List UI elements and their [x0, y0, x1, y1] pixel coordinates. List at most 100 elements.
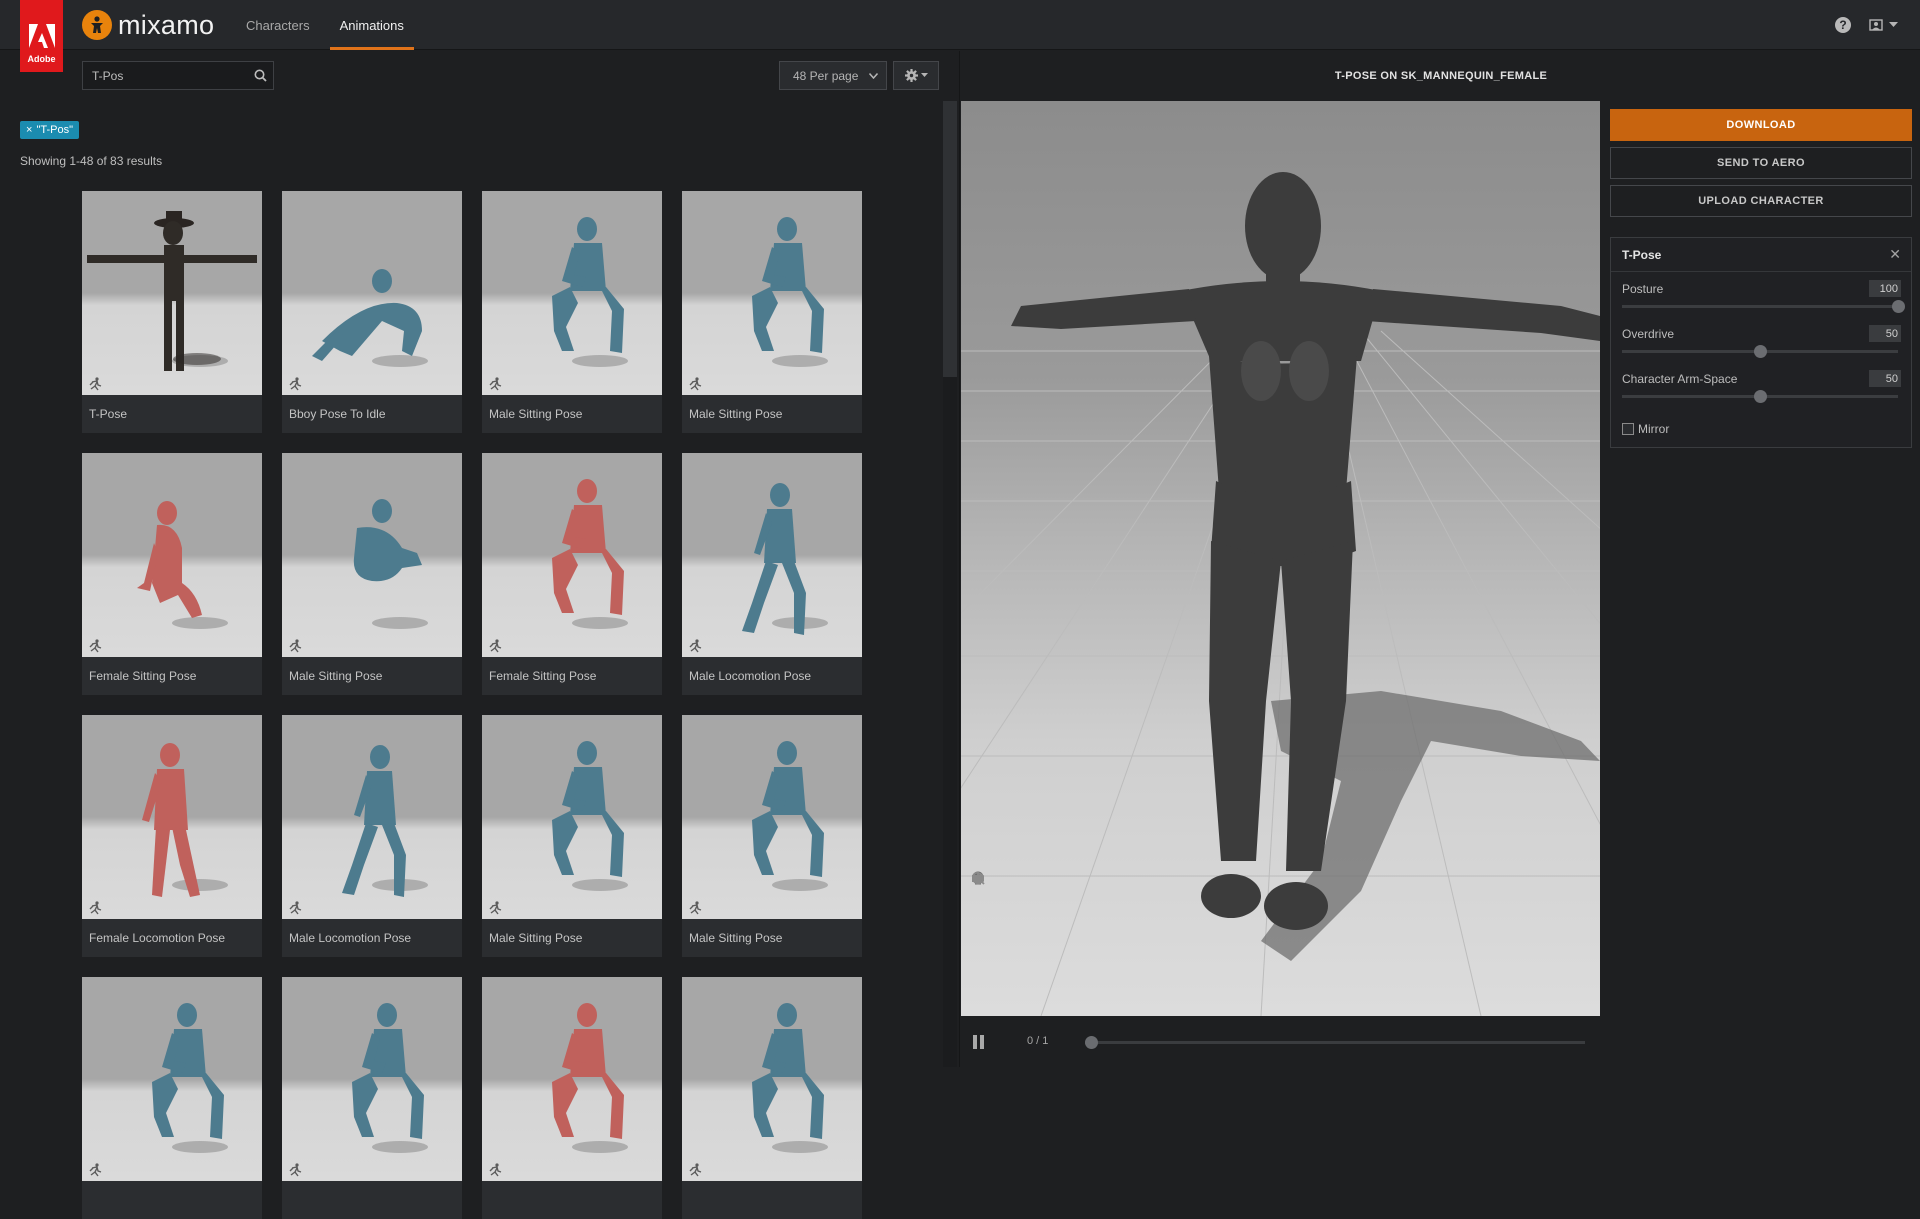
per-page-select[interactable]: 48 Per page [779, 61, 887, 90]
animation-card[interactable]: Male Sitting Pose [682, 715, 862, 957]
user-avatar-icon [1869, 19, 1883, 31]
animation-type-icon [489, 377, 502, 391]
animation-card[interactable] [482, 977, 662, 1219]
animation-thumbnail[interactable] [282, 715, 462, 919]
animation-thumbnail[interactable] [82, 715, 262, 919]
filter-remove-icon[interactable]: × [26, 124, 32, 136]
camera-icon[interactable] [971, 875, 985, 995]
animation-card[interactable] [682, 977, 862, 1219]
search-input[interactable] [83, 62, 247, 89]
animation-card-label: Male Sitting Pose [489, 931, 583, 945]
move-icon[interactable] [971, 872, 985, 929]
animation-thumbnail[interactable] [482, 977, 662, 1181]
animation-card[interactable]: Female Sitting Pose [482, 453, 662, 695]
param-slider-track[interactable] [1622, 390, 1898, 403]
animation-grid: T-Pose Bboy Pose To Idle Male Sitting Po… [82, 191, 862, 1219]
animation-card-label: Male Sitting Pose [689, 931, 783, 945]
power-icon[interactable] [971, 872, 985, 973]
animation-card[interactable]: Female Locomotion Pose [82, 715, 262, 957]
animation-card[interactable]: Female Sitting Pose [82, 453, 262, 695]
animation-card-label: T-Pose [89, 407, 128, 421]
animation-card[interactable] [82, 977, 262, 1219]
animation-card-label: Male Locomotion Pose [289, 931, 412, 945]
param-label: Overdrive [1622, 327, 1675, 341]
animation-settings-panel: T-Pose ✕ Posture 100 Overdrive 50 Charac… [1610, 237, 1912, 448]
animation-thumbnail[interactable] [82, 977, 262, 1181]
animation-card[interactable]: Bboy Pose To Idle [282, 191, 462, 433]
animation-settings-header: T-Pose ✕ [1611, 238, 1911, 272]
animation-card[interactable]: Male Sitting Pose [282, 453, 462, 695]
scrollbar[interactable] [943, 101, 957, 1067]
scroll-thumb[interactable] [943, 101, 957, 377]
adobe-logo[interactable]: Adobe [20, 0, 63, 72]
viewport-scene [961, 172, 1600, 1016]
animation-thumbnail[interactable] [482, 453, 662, 657]
animation-thumbnail[interactable] [682, 715, 862, 919]
tab-characters[interactable]: Characters [236, 0, 320, 50]
3d-viewport[interactable] [961, 101, 1600, 1016]
animation-card[interactable]: Male Locomotion Pose [282, 715, 462, 957]
filter-tag[interactable]: × "T-Pos" [20, 121, 79, 139]
param-slider-knob[interactable] [1754, 345, 1767, 358]
animation-card[interactable]: Male Sitting Pose [482, 191, 662, 433]
animation-type-icon [289, 639, 302, 653]
animation-thumbnail[interactable] [82, 453, 262, 657]
search-button[interactable] [247, 62, 273, 89]
zoom-icon[interactable] [971, 872, 985, 951]
param-slider-knob[interactable] [1754, 390, 1767, 403]
timeline-scrubber[interactable] [1085, 1036, 1098, 1049]
user-menu[interactable] [1869, 18, 1898, 32]
param-slider-knob[interactable] [1892, 300, 1905, 313]
timeline-track[interactable] [1085, 1036, 1585, 1049]
character-figure [142, 743, 228, 897]
mixamo-brand[interactable]: mixamo [82, 8, 214, 42]
animation-card[interactable]: Male Locomotion Pose [682, 453, 862, 695]
animation-type-icon [489, 639, 502, 653]
tab-animations[interactable]: Animations [329, 0, 414, 50]
animation-card[interactable]: Male Sitting Pose [682, 191, 862, 433]
playback-bar: 0 / 1 [961, 1016, 1600, 1067]
main-nav: Characters Animations [236, 0, 424, 50]
animation-thumbnail[interactable] [82, 191, 262, 395]
animation-type-icon [89, 901, 102, 915]
animation-type-icon [89, 639, 102, 653]
animation-thumbnail[interactable] [482, 715, 662, 919]
animation-card[interactable]: T-Pose [82, 191, 262, 433]
animation-type-icon [289, 1163, 302, 1177]
animation-thumbnail[interactable] [282, 977, 462, 1181]
send-to-aero-button[interactable]: SEND TO AERO [1610, 147, 1912, 179]
gear-icon [904, 69, 918, 82]
mirror-checkbox[interactable]: Mirror [1622, 422, 1669, 436]
settings-button[interactable] [893, 61, 939, 90]
mirror-checkbox-box[interactable] [1622, 423, 1634, 435]
chevron-down-icon [869, 72, 878, 79]
animation-thumbnail[interactable] [282, 453, 462, 657]
param-value-input[interactable]: 50 [1869, 325, 1901, 342]
param-slider-track[interactable] [1622, 300, 1905, 313]
animation-card[interactable]: Male Sitting Pose [482, 715, 662, 957]
close-icon[interactable]: ✕ [1889, 246, 1901, 263]
help-icon[interactable]: ? [1835, 17, 1851, 33]
pause-button[interactable] [973, 1035, 987, 1049]
search-box [82, 61, 274, 90]
animation-card[interactable] [282, 977, 462, 1219]
viewer-header: T-POSE ON SK_MANNEQUIN_FEMALE [961, 51, 1920, 101]
character-figure [353, 499, 428, 629]
animation-type-icon [689, 639, 702, 653]
undo-icon[interactable] [971, 872, 985, 907]
animation-card-label: Female Sitting Pose [89, 669, 197, 683]
animation-thumbnail[interactable] [682, 191, 862, 395]
param-value-input[interactable]: 100 [1869, 280, 1901, 297]
download-button[interactable]: DOWNLOAD [1610, 109, 1912, 141]
animation-thumbnail[interactable] [682, 977, 862, 1181]
param-slider-track[interactable] [1622, 345, 1898, 358]
character-figure [742, 483, 828, 635]
param-value-input[interactable]: 50 [1869, 370, 1901, 387]
animation-thumbnail[interactable] [482, 191, 662, 395]
character-figure [342, 745, 428, 897]
animation-thumbnail[interactable] [282, 191, 462, 395]
upload-character-button[interactable]: UPLOAD CHARACTER [1610, 185, 1912, 217]
animation-type-icon [689, 1163, 702, 1177]
animation-type-icon [489, 901, 502, 915]
animation-thumbnail[interactable] [682, 453, 862, 657]
